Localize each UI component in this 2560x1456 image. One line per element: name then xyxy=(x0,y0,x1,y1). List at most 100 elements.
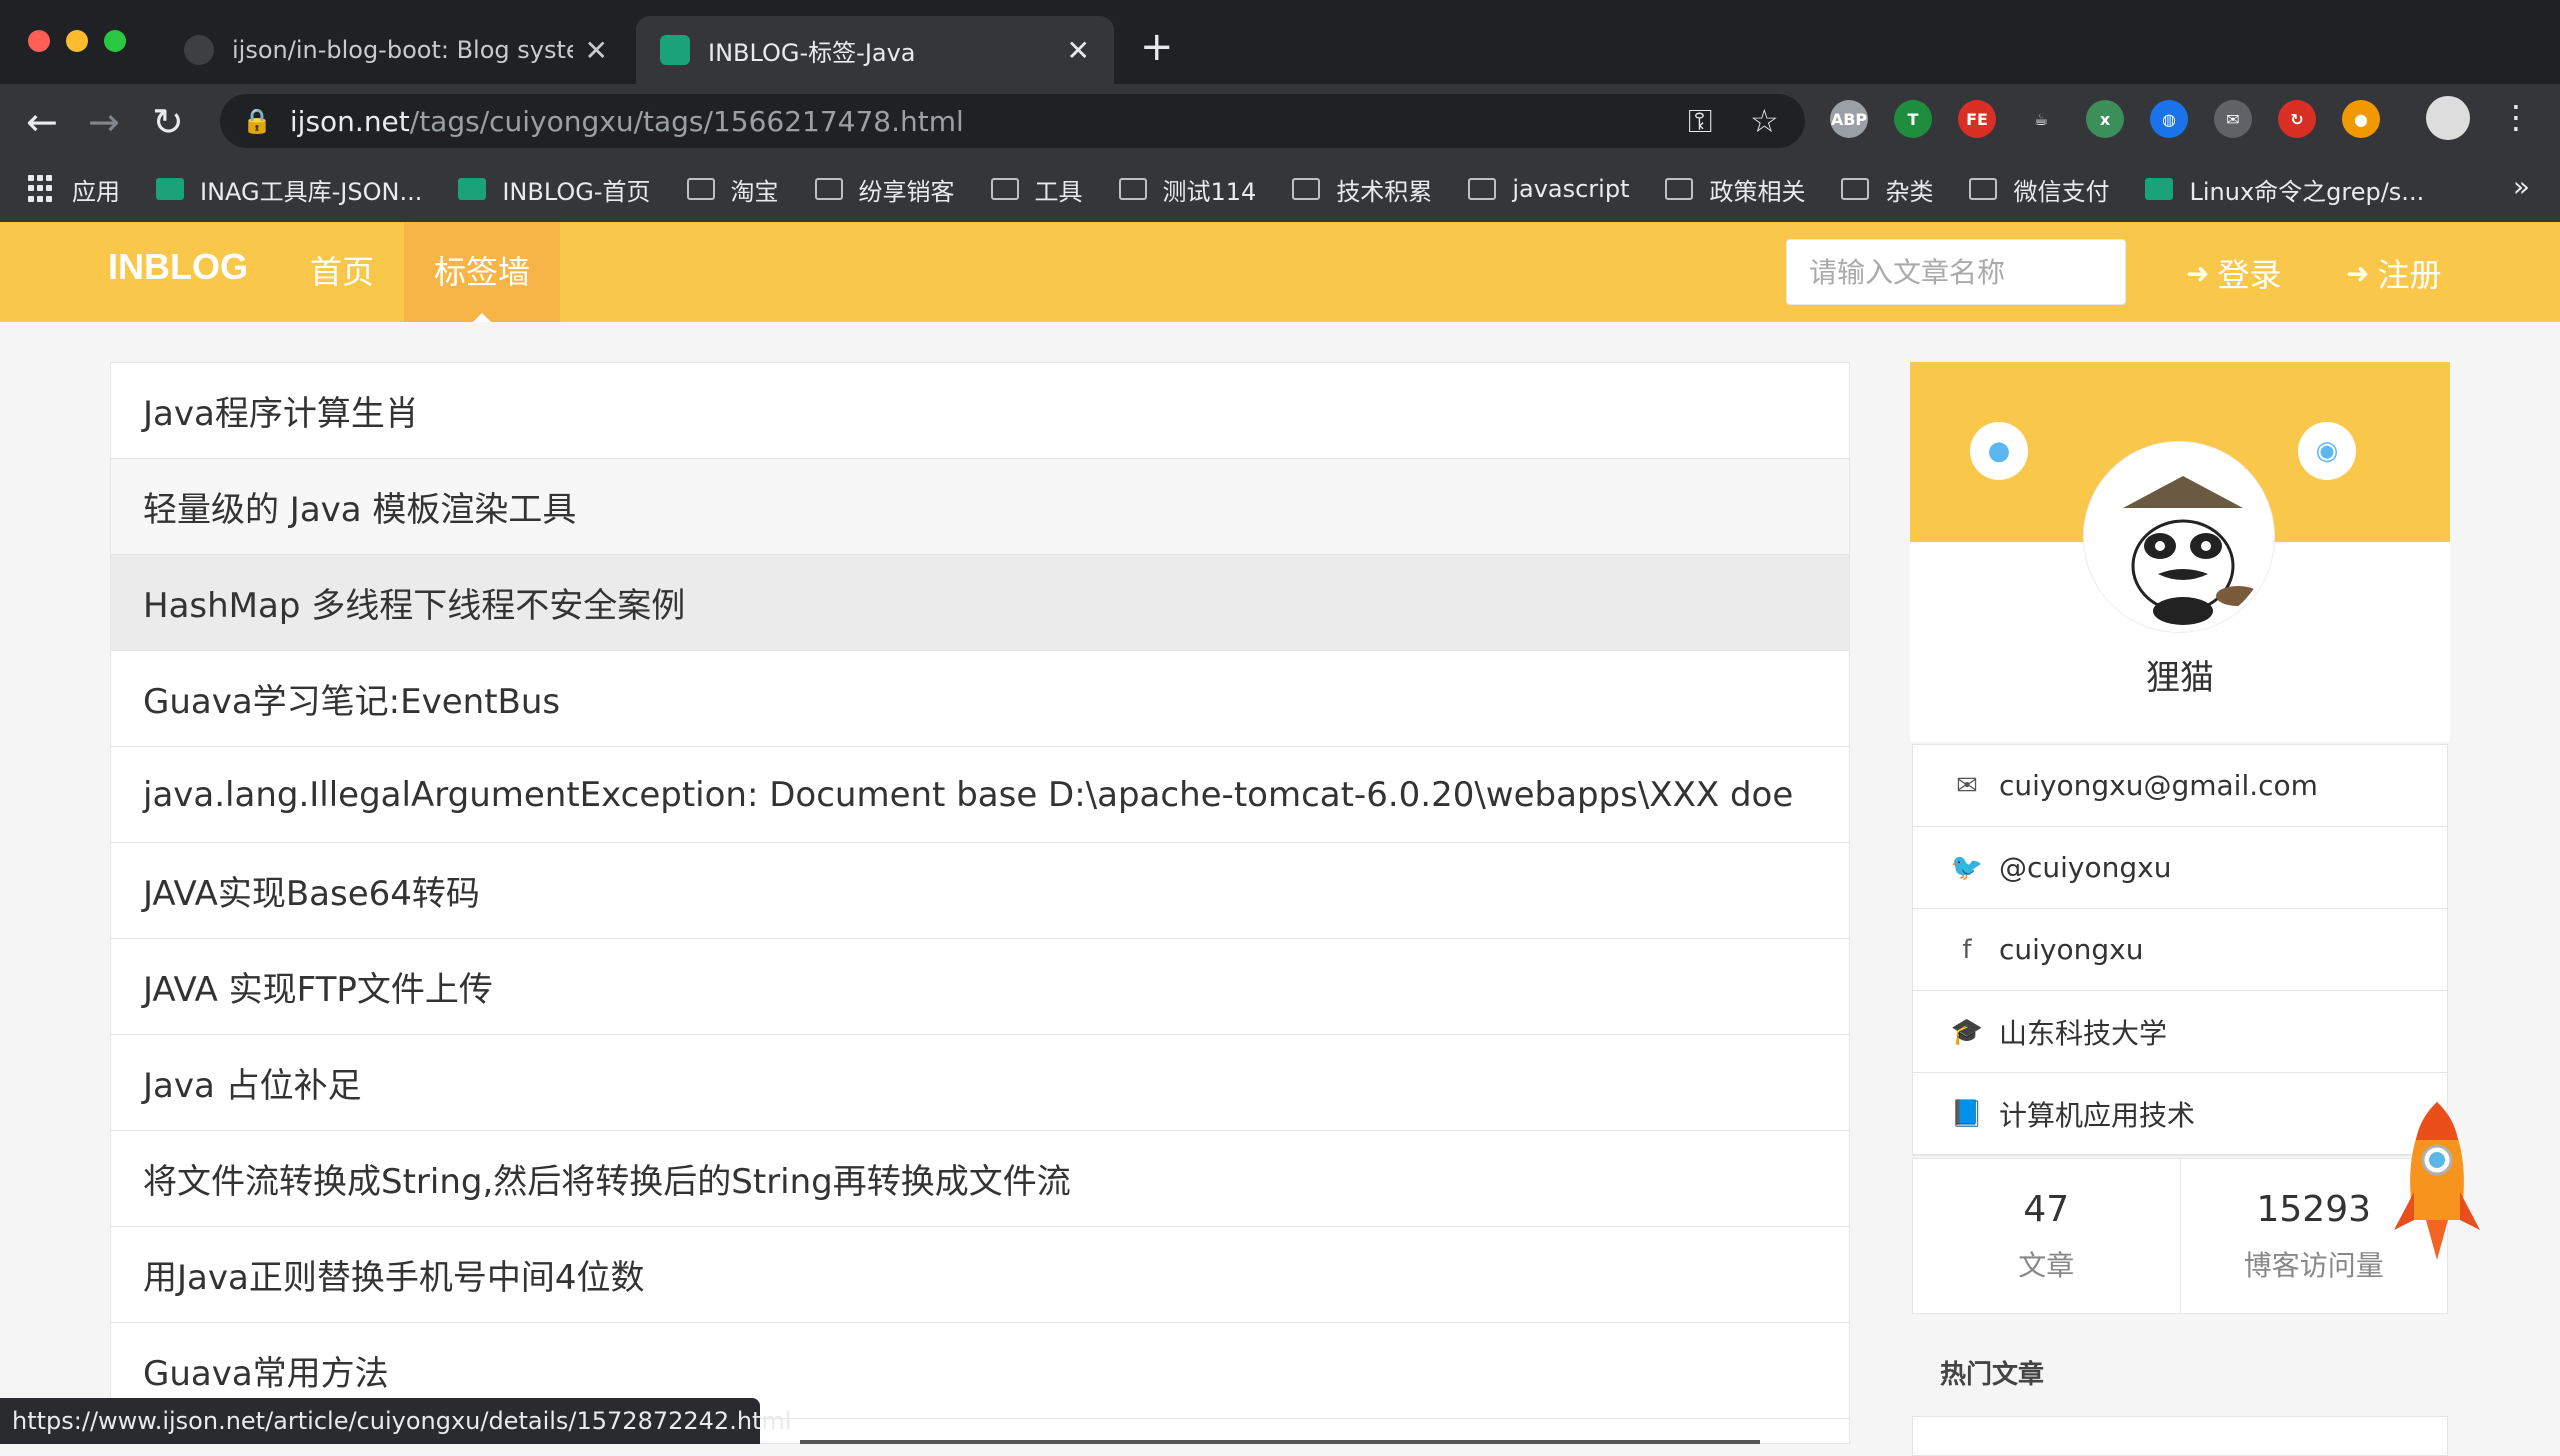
hot-articles-heading: 热门文章 xyxy=(1940,1360,2045,1390)
profile-stats: 47 文章 15293 博客访问量 xyxy=(1912,1158,2448,1314)
article-list-item[interactable]: HashMap 多线程下线程不安全案例 xyxy=(111,555,1849,651)
stat-label: 文章 xyxy=(2018,1248,2075,1282)
article-list-item[interactable]: java.lang.IllegalArgumentException: Docu… xyxy=(111,747,1849,843)
profile-info-text: cuiyongxu xyxy=(1999,933,2144,966)
new-tab-button[interactable]: + xyxy=(1140,24,1174,70)
profile-card: ● ◉ 狸猫 xyxy=(1910,362,2450,742)
folder-icon xyxy=(1468,178,1497,200)
extension-abp-icon[interactable]: ABP xyxy=(1830,100,1868,138)
article-list-item[interactable]: Java 占位补足 xyxy=(111,1035,1849,1131)
profile-info-row: 🎓 山东科技大学 xyxy=(1913,991,2447,1073)
back-arrow-icon[interactable]: ← xyxy=(26,100,58,144)
bookmark-item[interactable]: 应用 xyxy=(28,172,120,207)
login-label: 登录 xyxy=(2217,256,2282,294)
extension-mail-icon[interactable]: ✉ xyxy=(2214,100,2252,138)
minimize-window-button[interactable] xyxy=(66,30,88,52)
key-icon[interactable]: ⚿ xyxy=(1688,102,1712,141)
extension-fe-icon[interactable]: FE xyxy=(1958,100,1996,138)
close-tab-icon[interactable]: ✕ xyxy=(1067,34,1090,67)
bookmark-item[interactable]: INAG工具库-JSON... xyxy=(156,172,422,207)
article-list-item[interactable]: JAVA实现Base64转码 xyxy=(111,843,1849,939)
forward-arrow-icon[interactable]: → xyxy=(88,100,120,144)
active-caret-icon xyxy=(473,313,491,322)
nav-tag-wall[interactable]: 标签墙 xyxy=(404,222,561,322)
article-list-item[interactable]: Java程序计算生肖 xyxy=(111,363,1849,459)
reload-icon[interactable]: ↻ xyxy=(152,100,184,144)
bookmark-label: 应用 xyxy=(72,177,120,206)
site-header: INBLOG 首页 标签墙 xyxy=(0,222,2560,322)
folder-icon xyxy=(686,178,715,200)
bookmark-label: 测试114 xyxy=(1162,177,1257,206)
bookmark-label: 政策相关 xyxy=(1709,177,1806,206)
profile-info-text: cuiyongxu@gmail.com xyxy=(1999,769,2318,802)
folder-icon xyxy=(814,178,843,200)
article-list-item[interactable]: JAVA 实现FTP文件上传 xyxy=(111,939,1849,1035)
back-to-top-rocket-icon[interactable] xyxy=(2390,1100,2484,1266)
browser-tab-github[interactable]: ijson/in-blog-boot: Blog system ✕ xyxy=(160,16,632,84)
extension-java-icon[interactable]: ☕ xyxy=(2022,100,2060,138)
profile-info-row: f cuiyongxu xyxy=(1913,909,2447,991)
extension-ball-icon[interactable]: ● xyxy=(2342,100,2380,138)
bookmark-item[interactable]: Linux命令之grep/s... xyxy=(2145,172,2424,207)
site-logo[interactable]: INBLOG xyxy=(108,246,248,288)
article-list-item[interactable]: 用Java正则替换手机号中间4位数 xyxy=(111,1227,1849,1323)
article-list-item[interactable]: 轻量级的 Java 模板渲染工具 xyxy=(111,459,1849,555)
close-window-button[interactable] xyxy=(28,30,50,52)
profile-info-row: 🐦 @cuiyongxu xyxy=(1913,827,2447,909)
bookmark-label: 淘宝 xyxy=(730,177,779,206)
nav-home[interactable]: 首页 xyxy=(280,222,404,322)
menu-kebab-icon[interactable]: ⋮ xyxy=(2500,98,2532,136)
link-status-bar: https://www.ijson.net/article/cuiyongxu/… xyxy=(0,1398,791,1444)
register-link[interactable]: ➜ 注册 xyxy=(2346,250,2441,296)
extension-globe-icon[interactable]: ◍ xyxy=(2150,100,2188,138)
bookmark-item[interactable]: 纷享销客 xyxy=(814,172,955,207)
extension-ext5-icon[interactable]: x xyxy=(2086,100,2124,138)
bookmark-item[interactable]: 微信支付 xyxy=(1969,172,2109,207)
horizontal-scrollbar[interactable] xyxy=(800,1440,1760,1444)
bookmark-item[interactable]: 杂类 xyxy=(1841,172,1933,207)
sign-in-icon: ➜ xyxy=(2186,256,2210,290)
profile-info-text: @cuiyongxu xyxy=(1999,851,2172,884)
browser-tab-inblog[interactable]: INBLOG-标签-Java ✕ xyxy=(636,16,1114,84)
bookmark-label: 纷享销客 xyxy=(858,177,955,206)
bookmark-item[interactable]: 工具 xyxy=(990,172,1083,207)
hot-articles-box xyxy=(1912,1416,2448,1456)
url-host: ijson.net xyxy=(289,104,410,138)
maximize-window-button[interactable] xyxy=(104,30,126,52)
article-list-item[interactable]: 将文件流转换成String,然后将转换后的String再转换成文件流 xyxy=(111,1131,1849,1227)
stat-label: 博客访问量 xyxy=(2243,1248,2384,1282)
bookmark-item[interactable]: javascript xyxy=(1468,175,1629,203)
bookmark-item[interactable]: INBLOG-首页 xyxy=(458,172,651,207)
extension-t-icon[interactable]: T xyxy=(1894,100,1932,138)
apps-grid-icon xyxy=(28,175,56,203)
close-tab-icon[interactable]: ✕ xyxy=(585,34,608,67)
bookmark-item[interactable]: 淘宝 xyxy=(686,172,779,207)
bookmark-label: 技术积累 xyxy=(1336,177,1433,206)
bookmark-star-icon[interactable]: ☆ xyxy=(1750,102,1779,140)
extension-sync-icon[interactable]: ↻ xyxy=(2278,100,2316,138)
bookmark-item[interactable]: 政策相关 xyxy=(1665,172,1805,207)
article-list-item[interactable]: Guava学习笔记:EventBus xyxy=(111,651,1849,747)
bookmarks-overflow-button[interactable]: » xyxy=(2513,170,2530,203)
address-bar[interactable]: 🔒 ijson.net/tags/cuiyongxu/tags/15662174… xyxy=(220,94,1805,148)
profile-info-row: 📘 计算机应用技术 xyxy=(1913,1073,2447,1155)
lock-icon: 🔒 xyxy=(242,107,272,135)
search-input[interactable] xyxy=(1786,239,2126,305)
wechat-icon[interactable]: ● xyxy=(1970,422,2028,480)
login-link[interactable]: ➜ 登录 xyxy=(2186,250,2281,296)
article-list: Java程序计算生肖 轻量级的 Java 模板渲染工具 HashMap 多线程下线程… xyxy=(110,362,1850,1444)
bookmark-label: javascript xyxy=(1512,175,1630,203)
book-icon: 📘 xyxy=(1950,1098,1984,1129)
bookmark-item[interactable]: 测试114 xyxy=(1118,172,1257,207)
bookmark-label: 杂类 xyxy=(1885,177,1934,206)
author-name: 狸猫 xyxy=(2146,658,2214,698)
profile-avatar[interactable] xyxy=(2426,96,2470,140)
folder-icon xyxy=(1841,178,1870,200)
profile-info-list: ✉ cuiyongxu@gmail.com 🐦 @cuiyongxu f cuiyongx… xyxy=(1912,744,2448,1156)
browser-tab-strip: ijson/in-blog-boot: Blog system ✕ INBLOG… xyxy=(0,0,2560,84)
folder-icon xyxy=(1118,178,1147,200)
folder-icon xyxy=(1969,178,1998,200)
register-label: 注册 xyxy=(2377,256,2442,294)
bookmark-item[interactable]: 技术积累 xyxy=(1292,172,1432,207)
weibo-icon[interactable]: ◉ xyxy=(2298,422,2356,480)
